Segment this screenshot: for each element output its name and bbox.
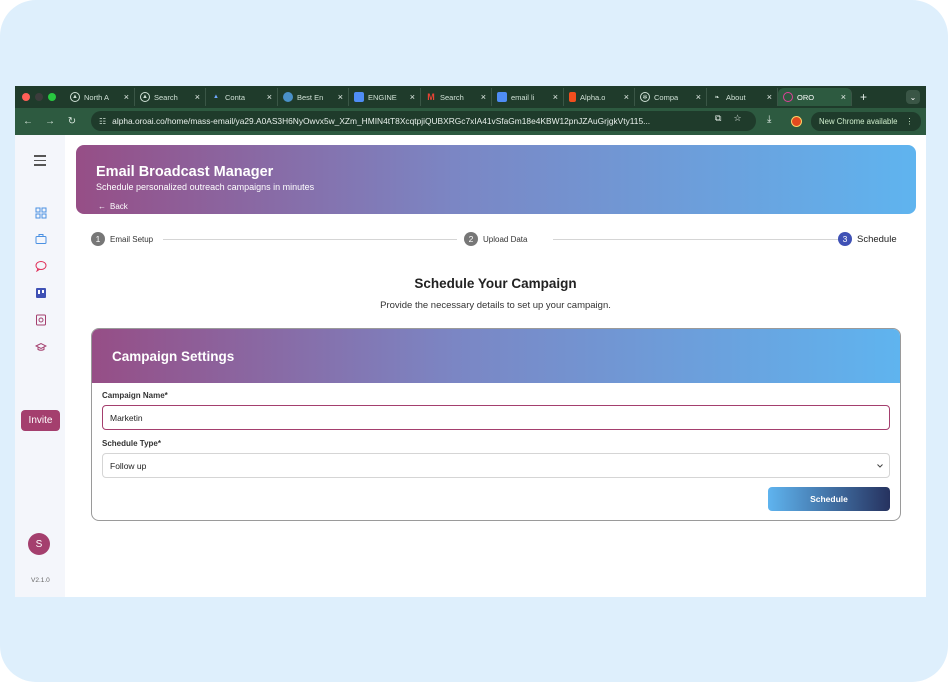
sidebar: Invite S V2.1.0	[15, 135, 65, 597]
openai-icon: ✻	[640, 92, 650, 102]
browser-menu-icon[interactable]: ⋮	[905, 117, 913, 126]
doc-icon	[354, 92, 364, 102]
browser-tab[interactable]: ❧ About ×	[707, 88, 778, 106]
new-tab-button[interactable]: +	[852, 90, 875, 104]
browser-tab[interactable]: ▲ North A ×	[65, 88, 135, 106]
search-document-icon[interactable]	[35, 314, 47, 326]
forward-arrow-icon[interactable]: →	[39, 116, 61, 127]
triangle-icon: ▲	[213, 94, 219, 100]
card-title: Campaign Settings	[92, 329, 900, 383]
close-tab-icon[interactable]: ×	[195, 92, 200, 102]
page-title: Email Broadcast Manager	[96, 164, 274, 180]
browser-tab[interactable]: ENGINE ×	[349, 88, 421, 106]
schedule-button[interactable]: Schedule	[768, 487, 890, 511]
tab-search-icon[interactable]: ⌄	[906, 90, 920, 104]
board-icon[interactable]	[35, 287, 47, 299]
back-button[interactable]: ← Back	[98, 202, 128, 211]
leaf-icon: ❧	[714, 94, 720, 101]
schedule-type-label: Schedule Type*	[102, 439, 161, 448]
close-tab-icon[interactable]: ×	[124, 92, 129, 102]
browser-tab[interactable]: Best En ×	[278, 88, 349, 106]
step-email-setup[interactable]: 1 Email Setup	[91, 232, 153, 246]
oro-icon	[783, 92, 793, 102]
bookmark-star-icon[interactable]: ☆	[733, 113, 741, 124]
header-banner: Email Broadcast Manager Schedule persona…	[76, 145, 916, 214]
download-icon[interactable]: ⤓	[767, 114, 771, 125]
figma-icon	[569, 92, 576, 102]
avatar[interactable]: S	[28, 533, 50, 555]
close-tab-icon[interactable]: ×	[841, 92, 846, 102]
new-chrome-available-button[interactable]: New Chrome available ⋮	[811, 112, 922, 131]
close-tab-icon[interactable]: ×	[267, 92, 272, 102]
close-tab-icon[interactable]: ×	[338, 92, 343, 102]
gmail-icon: M	[427, 92, 435, 102]
browser-tab[interactable]: ▲ Conta ×	[206, 88, 278, 106]
campaign-settings-card: Campaign Settings Campaign Name* Marketi…	[91, 328, 901, 521]
campaign-name-input[interactable]: Marketin	[102, 405, 890, 430]
mountain-icon: ▲	[140, 92, 150, 102]
graduation-cap-icon[interactable]	[35, 341, 47, 353]
version-label: V2.1.0	[31, 577, 50, 584]
minimize-window-button[interactable]	[35, 93, 43, 101]
mountain-icon: ▲	[70, 92, 80, 102]
browser-tab[interactable]: ▲ Search ×	[135, 88, 206, 106]
doc-icon	[497, 92, 507, 102]
omnibox-actions: ⧉ ☆	[715, 113, 742, 124]
window-controls	[15, 93, 65, 101]
close-tab-icon[interactable]: ×	[481, 92, 486, 102]
browser-tab[interactable]: ✻ Compa ×	[635, 88, 707, 106]
cast-icon[interactable]: ⧉	[715, 113, 721, 124]
address-bar: ← → ↻ ☷ alpha.oroai.co/home/mass-email/y…	[15, 108, 926, 135]
step-upload-data[interactable]: 2 Upload Data	[464, 232, 527, 246]
step-connector	[163, 239, 457, 240]
tab-bar: ▲ North A × ▲ Search × ▲ Conta × Best En × ENGI…	[15, 86, 926, 108]
step-connector	[553, 239, 841, 240]
site-settings-icon[interactable]: ☷	[99, 117, 106, 126]
close-tab-icon[interactable]: ×	[624, 92, 629, 102]
app-container: Invite S V2.1.0 Email Broadcast Manager …	[15, 135, 926, 597]
page-subtitle: Schedule personalized outreach campaigns…	[96, 182, 315, 192]
section-subtitle: Provide the necessary details to set up …	[380, 300, 611, 311]
invite-button[interactable]: Invite	[21, 410, 60, 431]
close-tab-icon[interactable]: ×	[553, 92, 558, 102]
browser-tab[interactable]: Alpha.o ×	[564, 88, 635, 106]
stepper: 1 Email Setup 2 Upload Data 3 Schedule	[91, 232, 901, 246]
arrow-left-icon: ←	[98, 202, 106, 211]
close-tab-icon[interactable]: ×	[696, 92, 701, 102]
schedule-type-select[interactable]: Follow up	[102, 453, 890, 478]
close-window-button[interactable]	[22, 93, 30, 101]
chat-icon[interactable]	[35, 260, 47, 272]
campaign-name-label: Campaign Name*	[102, 391, 168, 400]
maximize-window-button[interactable]	[48, 93, 56, 101]
globe-icon	[283, 92, 293, 102]
url-field[interactable]: ☷ alpha.oroai.co/home/mass-email/ya29.A0…	[91, 111, 756, 131]
chevron-down-icon	[877, 464, 883, 468]
back-arrow-icon[interactable]: ←	[17, 116, 39, 127]
menu-icon[interactable]	[34, 155, 46, 169]
extension-icon[interactable]	[791, 116, 802, 127]
browser-tab[interactable]: email li ×	[492, 88, 564, 106]
browser-tab-active[interactable]: ORO ×	[778, 88, 852, 106]
url-text: alpha.oroai.co/home/mass-email/ya29.A0AS…	[112, 116, 651, 126]
browser-window: ▲ North A × ▲ Search × ▲ Conta × Best En × ENGI…	[15, 86, 926, 597]
step-schedule[interactable]: 3 Schedule	[838, 232, 897, 246]
reload-icon[interactable]: ↻	[61, 116, 83, 127]
briefcase-icon[interactable]	[35, 233, 47, 245]
section-title: Schedule Your Campaign	[414, 276, 577, 291]
dashboard-icon[interactable]	[35, 207, 47, 219]
close-tab-icon[interactable]: ×	[767, 92, 772, 102]
browser-tab[interactable]: M Search ×	[421, 88, 492, 106]
main-content: Email Broadcast Manager Schedule persona…	[65, 135, 926, 597]
close-tab-icon[interactable]: ×	[410, 92, 415, 102]
